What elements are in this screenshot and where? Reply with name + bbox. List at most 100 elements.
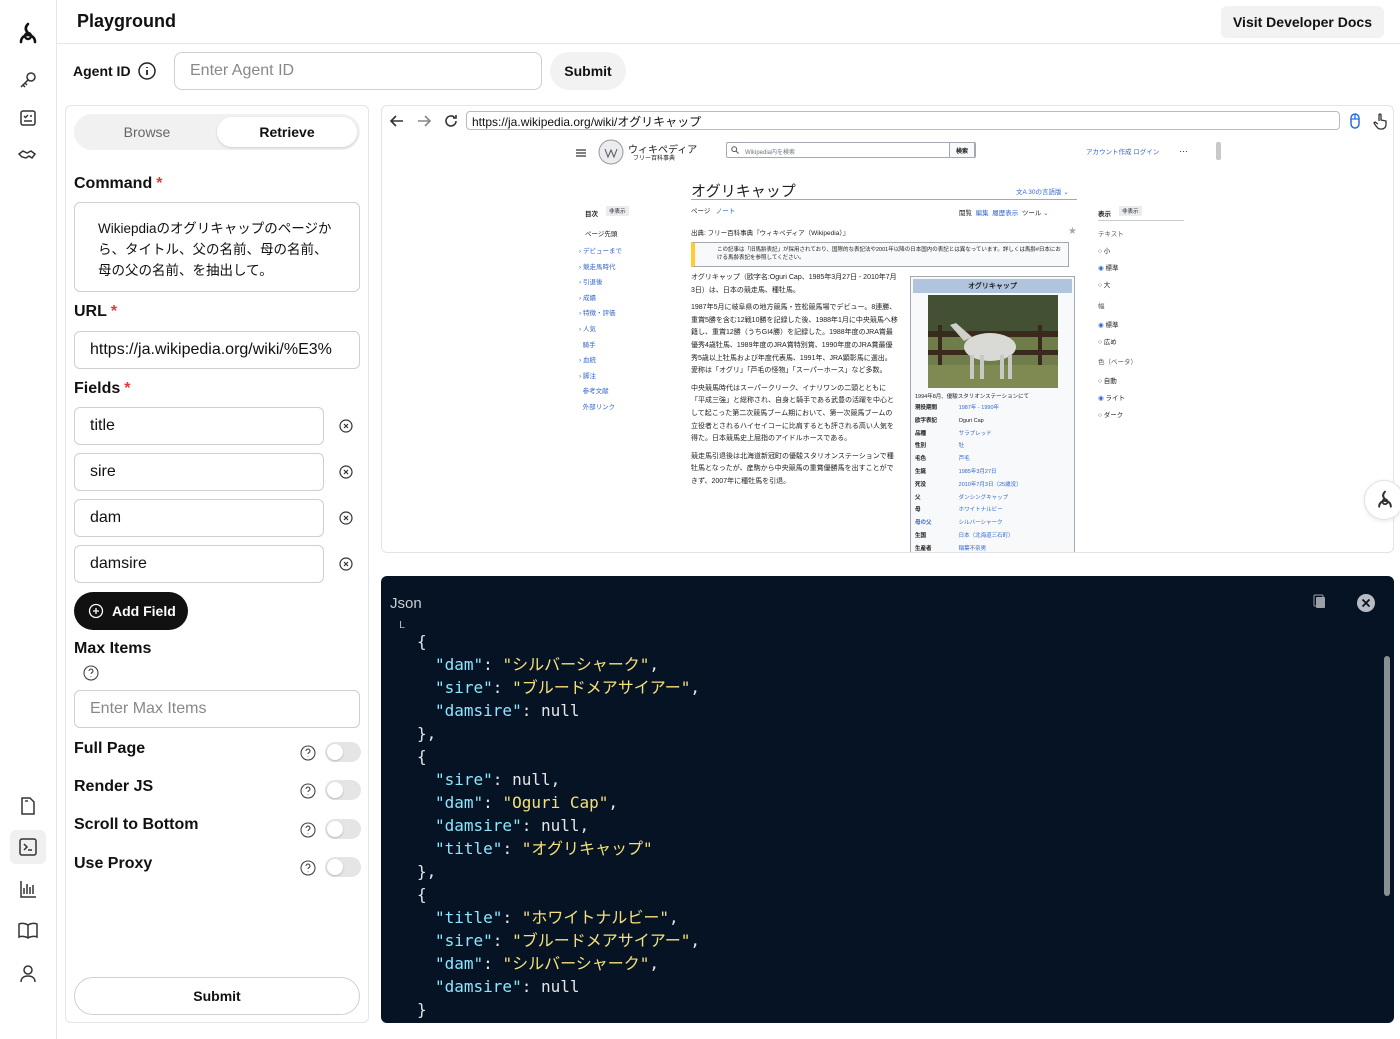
title-divider	[691, 199, 1077, 200]
radio-option[interactable]: ◉ 標準	[1098, 261, 1118, 278]
tab-talk[interactable]: ノート	[716, 208, 736, 215]
use-proxy-toggle[interactable]	[325, 857, 361, 877]
user-icon[interactable]	[16, 962, 40, 986]
url-input[interactable]: https://ja.wikipedia.org/wiki/%E3%	[74, 331, 360, 369]
help-icon[interactable]	[300, 783, 316, 799]
logo-icon[interactable]	[16, 22, 40, 46]
star-icon[interactable]: ★	[1068, 226, 1077, 237]
command-label: Command *	[74, 175, 163, 192]
tab-page[interactable]: ページ	[691, 208, 710, 215]
field-input-sire[interactable]: sire	[74, 453, 324, 491]
appearance-hide-button[interactable]: 非表示	[1119, 206, 1142, 216]
handshake-icon[interactable]	[16, 144, 40, 168]
wiki-search-button[interactable]: 検索	[949, 142, 975, 158]
tab-read[interactable]: 閲覧	[959, 210, 972, 217]
field-input-title[interactable]: title	[74, 407, 324, 445]
command-textarea[interactable]: Wikiepdiaのオグリキャップのページから、タイトル、父の名前、母の名前、母…	[74, 202, 360, 292]
tab-tools[interactable]: ツール	[1022, 210, 1042, 217]
scroll-to-bottom-toggle[interactable]	[325, 819, 361, 839]
developer-docs-button[interactable]: Visit Developer Docs	[1220, 6, 1384, 38]
appearance-text-label: テキスト	[1098, 231, 1124, 238]
help-icon[interactable]	[300, 860, 316, 876]
more-icon[interactable]: …	[1179, 144, 1188, 154]
full-page-toggle[interactable]	[325, 742, 361, 762]
text-size-options: ○ 小 ◉ 標準 ○ 大	[1098, 244, 1118, 294]
toc-item[interactable]: › 特徴・評価	[579, 306, 622, 322]
json-line: "dam": "シルバーシャーク",	[435, 655, 660, 674]
table-row: 母の父 シルバーシャーク	[915, 520, 1003, 527]
infobox: オグリキャップ 1994年8月、優駿スタリオンステーションにて 現役期間 1987…	[910, 276, 1075, 552]
field-input-dam[interactable]: dam	[74, 499, 324, 537]
tab-edit[interactable]: 編集	[976, 210, 989, 217]
agent-id-input[interactable]	[174, 52, 542, 90]
tab-retrieve[interactable]: Retrieve	[217, 117, 357, 147]
table-row: 性別牡	[915, 443, 965, 450]
toc-item[interactable]: 外部リンク	[579, 400, 622, 416]
copy-icon[interactable]	[1312, 594, 1328, 615]
toc-hide-button[interactable]: 非表示	[606, 206, 629, 216]
radio-option[interactable]: ◉ 標準	[1098, 318, 1118, 335]
checklist-icon[interactable]	[16, 106, 40, 130]
radio-option[interactable]: ○ ダーク	[1098, 408, 1125, 425]
json-output-panel: Json L {"dam": "シルバーシャーク", "sire": "ブルードメア…	[381, 576, 1394, 1023]
radio-option[interactable]: ◉ ライト	[1098, 391, 1125, 408]
render-js-toggle[interactable]	[325, 780, 361, 800]
agent-submit-button[interactable]: Submit	[550, 52, 626, 90]
json-scrollbar[interactable]	[1384, 656, 1390, 896]
close-icon[interactable]	[1356, 593, 1376, 618]
toc-item[interactable]: 騎手	[579, 338, 622, 354]
add-field-button[interactable]: Add Field	[74, 592, 188, 630]
tab-browse[interactable]: Browse	[77, 117, 217, 147]
radio-option[interactable]: ○ 大	[1098, 278, 1118, 295]
remove-field-icon[interactable]	[337, 463, 355, 481]
terminal-icon[interactable]	[10, 830, 46, 864]
address-bar[interactable]: https://ja.wikipedia.org/wiki/オグリキャップ	[466, 111, 1340, 130]
remove-field-icon[interactable]	[337, 555, 355, 573]
toc-item[interactable]: 参考文献	[579, 384, 622, 400]
radio-option[interactable]: ○ 小	[1098, 244, 1118, 261]
forward-arrow-icon[interactable]	[415, 112, 433, 130]
field-input-damsire[interactable]: damsire	[74, 545, 324, 583]
submit-button[interactable]: Submit	[74, 977, 360, 1015]
hand-pointer-icon[interactable]	[1372, 112, 1390, 130]
reload-icon[interactable]	[442, 112, 460, 130]
toc-item[interactable]: › デビューまで	[579, 244, 622, 260]
toc-item[interactable]: › 人気	[579, 322, 622, 338]
radio-option[interactable]: ○ 広め	[1098, 335, 1118, 352]
book-icon[interactable]	[16, 919, 40, 943]
max-items-input[interactable]: Enter Max Items	[74, 690, 360, 728]
remove-field-icon[interactable]	[337, 509, 355, 527]
document-icon[interactable]	[16, 794, 40, 818]
search-icon	[731, 146, 739, 154]
mouse-icon[interactable]	[1346, 112, 1364, 130]
wiki-search-input[interactable]: Wikipedia内を検索	[726, 142, 976, 158]
help-icon[interactable]	[300, 745, 316, 761]
toc-item[interactable]: › 血統	[579, 353, 622, 369]
infobox-table: 現役期間 1987年 - 1990年 欧字表記 Oguri Cap 品種 サラブレッド…	[911, 402, 1074, 552]
help-icon[interactable]	[83, 665, 99, 681]
toc-item[interactable]: ページ先頭	[585, 228, 617, 238]
help-icon[interactable]	[300, 822, 316, 838]
toc-item[interactable]: › 成績	[579, 291, 622, 307]
browser-toolbar: https://ja.wikipedia.org/wiki/オグリキャップ	[382, 106, 1393, 136]
toc-item[interactable]: › 脚注	[579, 369, 622, 385]
toc-title: 目次	[585, 211, 598, 218]
toc-item[interactable]: › 引退後	[579, 275, 622, 291]
menu-icon[interactable]	[576, 149, 586, 157]
json-line: {	[417, 747, 427, 766]
chart-icon[interactable]	[16, 877, 40, 901]
toc-item[interactable]: › 競走馬時代	[579, 260, 622, 276]
floating-assistant-button[interactable]	[1364, 480, 1400, 520]
radio-option[interactable]: ○ 自動	[1098, 374, 1125, 391]
back-arrow-icon[interactable]	[388, 112, 406, 130]
table-row: 欧字表記 Oguri Cap	[915, 417, 984, 424]
json-line: "sire": "ブルードメアサイアー",	[435, 931, 701, 950]
wiki-account-links[interactable]: アカウント作成 ログイン	[1086, 146, 1159, 156]
language-button[interactable]: 文A 30の言語版 ⌄	[1016, 186, 1069, 196]
use-proxy-label: Use Proxy	[74, 855, 153, 872]
key-icon[interactable]	[16, 68, 40, 92]
json-code[interactable]: L {"dam": "シルバーシャーク", "sire": "ブルードメアサイアー"…	[399, 621, 701, 1021]
remove-field-icon[interactable]	[337, 417, 355, 435]
tab-history[interactable]: 履歴表示	[992, 210, 1018, 217]
info-icon[interactable]	[137, 61, 157, 81]
